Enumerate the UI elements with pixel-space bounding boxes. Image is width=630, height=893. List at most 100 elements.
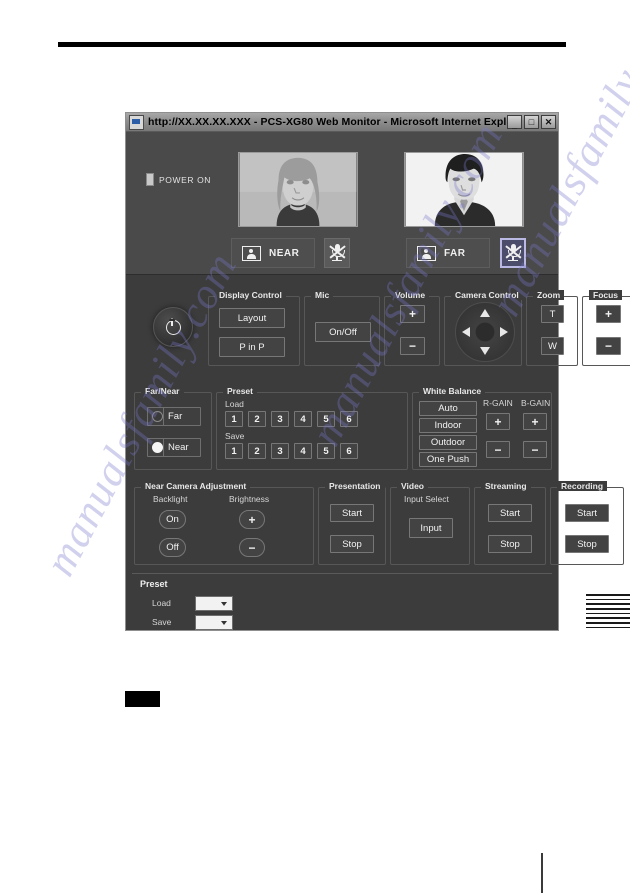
maximize-icon: □	[528, 116, 535, 127]
zoom-wide-button[interactable]: W	[541, 337, 564, 355]
far-radio-label: Far	[168, 411, 183, 422]
mic-group: Mic On/Off	[304, 290, 380, 366]
preset-load-5[interactable]: 5	[317, 411, 335, 427]
ruled-line	[586, 612, 630, 615]
far-near-title: Far/Near	[141, 386, 184, 396]
power-button[interactable]	[153, 307, 193, 347]
ruled-line	[586, 598, 630, 601]
volume-plus-button[interactable]: +	[400, 305, 425, 323]
streaming-group: Streaming Start Stop	[474, 481, 546, 565]
b-gain-plus-button[interactable]: +	[523, 413, 547, 430]
wb-auto-button[interactable]: Auto	[419, 401, 477, 416]
preset-save-select[interactable]	[195, 615, 233, 630]
brightness-plus-button[interactable]: +	[239, 510, 265, 529]
camera-right-button[interactable]	[500, 327, 508, 337]
brightness-minus-button[interactable]: −	[239, 538, 265, 557]
preset-save-4[interactable]: 4	[294, 443, 312, 459]
mic-onoff-button[interactable]: On/Off	[315, 322, 371, 342]
backlight-on-button[interactable]: On	[159, 510, 186, 529]
browser-window: http://XX.XX.XX.XXX - PCS-XG80 Web Monit…	[125, 112, 630, 632]
far-camera-button[interactable]: FAR	[406, 238, 490, 268]
control-panel: Display Control Layout P in P Mic On/Off…	[126, 275, 630, 632]
chevron-down-icon	[221, 601, 227, 606]
r-gain-plus-button[interactable]: +	[486, 413, 510, 430]
ruled-line	[586, 622, 630, 624]
ruled-line	[586, 626, 630, 629]
chevron-down-icon	[221, 620, 227, 625]
far-video-thumbnail[interactable]	[404, 152, 524, 227]
close-button[interactable]: ✕	[541, 115, 556, 129]
recording-stop-button[interactable]: Stop	[565, 535, 609, 553]
far-mic-mute-button[interactable]	[500, 238, 526, 268]
presentation-start-button[interactable]: Start	[330, 504, 374, 522]
far-radio-indicator	[152, 411, 163, 422]
page-top-rule	[58, 42, 566, 47]
video-group: Video Input Select Input	[390, 481, 470, 565]
wb-outdoor-button[interactable]: Outdoor	[419, 435, 477, 450]
camera-dpad-icon[interactable]	[455, 302, 515, 362]
recording-start-button[interactable]: Start	[565, 504, 609, 522]
display-control-group: Display Control Layout P in P	[208, 290, 300, 366]
camera-selection-row: NEAR FAR	[126, 238, 558, 270]
close-icon: ✕	[544, 116, 553, 127]
presentation-stop-button[interactable]: Stop	[330, 535, 374, 553]
recording-group: Recording Start Stop	[550, 481, 624, 565]
video-area: POWER ON NEAR FAR	[126, 132, 558, 275]
preset-save-3[interactable]: 3	[271, 443, 289, 459]
backlight-label: Backlight	[153, 494, 188, 504]
preset-load-4[interactable]: 4	[294, 411, 312, 427]
preset-save-6[interactable]: 6	[340, 443, 358, 459]
preset-save-label: Save	[225, 431, 245, 441]
preset-load-6[interactable]: 6	[340, 411, 358, 427]
preset-save-5[interactable]: 5	[317, 443, 335, 459]
backlight-off-button[interactable]: Off	[159, 538, 186, 557]
maximize-button[interactable]: □	[524, 115, 539, 129]
wb-indoor-button[interactable]: Indoor	[419, 418, 477, 433]
layout-button[interactable]: Layout	[219, 308, 285, 328]
volume-minus-button[interactable]: −	[400, 337, 425, 355]
near-camera-adjustment-group: Near Camera Adjustment Backlight On Off …	[134, 481, 314, 565]
focus-minus-button[interactable]: −	[596, 337, 621, 355]
minimize-button[interactable]: _	[507, 115, 522, 129]
streaming-stop-button[interactable]: Stop	[488, 535, 532, 553]
camera-control-title: Camera Control	[451, 290, 523, 300]
preset-save-2[interactable]: 2	[248, 443, 266, 459]
video-input-button[interactable]: Input	[409, 518, 453, 538]
preset-bottom-group: Preset Load Save	[132, 573, 552, 632]
zoom-tele-button[interactable]: T	[541, 305, 564, 323]
camera-left-button[interactable]	[462, 327, 470, 337]
wb-onepush-button[interactable]: One Push	[419, 452, 477, 467]
streaming-title: Streaming	[481, 481, 531, 491]
preset-load-1[interactable]: 1	[225, 411, 243, 427]
recording-title: Recording	[557, 481, 608, 491]
presentation-title: Presentation	[325, 481, 385, 491]
near-camera-button[interactable]: NEAR	[231, 238, 315, 268]
near-mic-mute-button[interactable]	[324, 238, 350, 268]
power-icon	[165, 316, 181, 335]
far-radio-button[interactable]: Far	[147, 407, 201, 426]
near-radio-label: Near	[168, 442, 189, 453]
preset-title: Preset	[223, 386, 257, 396]
far-video-image	[404, 152, 524, 227]
display-control-title: Display Control	[215, 290, 286, 300]
near-video-thumbnail[interactable]	[238, 152, 358, 227]
near-radio-indicator	[152, 442, 163, 453]
focus-plus-button[interactable]: +	[596, 305, 621, 323]
preset-load-2[interactable]: 2	[248, 411, 266, 427]
window-titlebar: http://XX.XX.XX.XXX - PCS-XG80 Web Monit…	[126, 113, 558, 132]
preset-load-select[interactable]	[195, 596, 233, 611]
preset-save-1[interactable]: 1	[225, 443, 243, 459]
camera-down-button[interactable]	[480, 347, 490, 355]
streaming-start-button[interactable]: Start	[488, 504, 532, 522]
camera-up-button[interactable]	[480, 309, 490, 317]
b-gain-label: B-GAIN	[521, 398, 551, 408]
power-led-icon	[146, 173, 154, 186]
preset-load-3[interactable]: 3	[271, 411, 289, 427]
b-gain-minus-button[interactable]: −	[523, 441, 547, 458]
white-balance-group: White Balance Auto Indoor Outdoor One Pu…	[412, 386, 552, 470]
mic-muted-icon	[329, 244, 346, 262]
near-radio-button[interactable]: Near	[147, 438, 201, 457]
camera-control-group: Camera Control	[444, 290, 523, 366]
r-gain-minus-button[interactable]: −	[486, 441, 510, 458]
pinp-button[interactable]: P in P	[219, 337, 285, 357]
